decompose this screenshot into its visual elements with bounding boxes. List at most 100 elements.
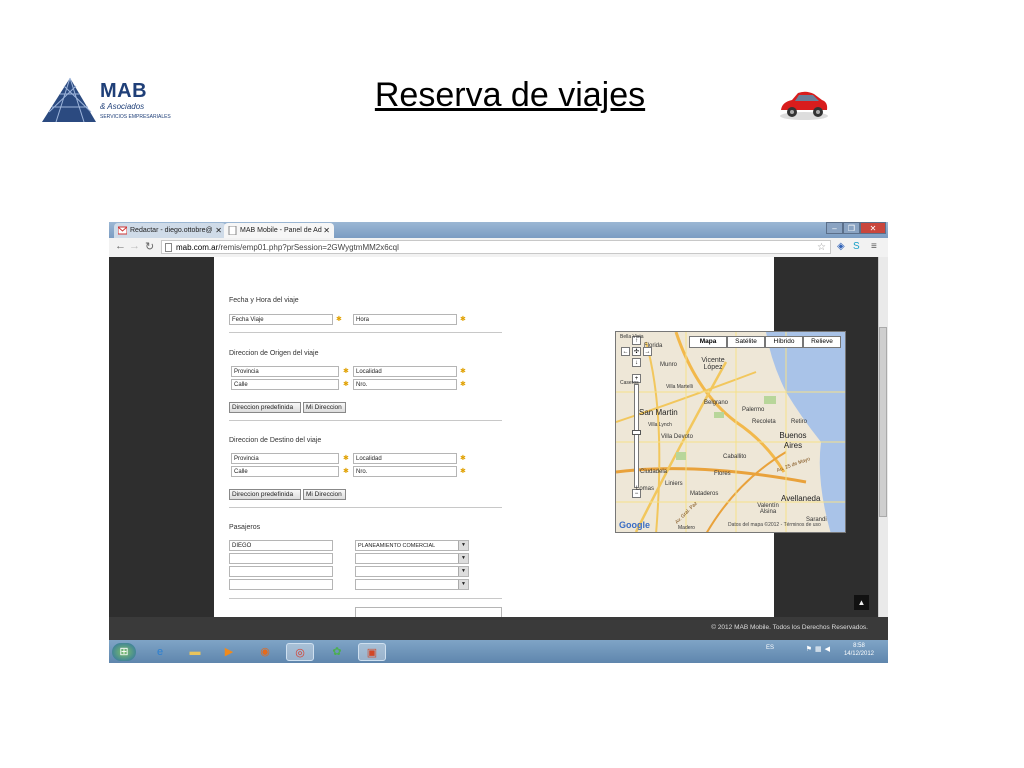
fecha-viaje-input[interactable]: Fecha Viaje [229, 314, 333, 325]
map-place: Retiro [791, 419, 808, 425]
clock-date: 14/12/2012 [843, 651, 874, 657]
page-icon [165, 243, 172, 252]
powerpoint-icon[interactable]: ▣ [358, 643, 386, 661]
destino-provincia-input[interactable]: Provincia [231, 453, 339, 464]
url-input[interactable]: mab.com.ar/remis/emp01.php?prSession=2GW… [161, 240, 831, 254]
page-footer: © 2012 MAB Mobile. Todos los Derechos Re… [109, 617, 888, 640]
maximize-button[interactable]: ❐ [843, 222, 860, 234]
logo-brand: MAB [100, 80, 148, 102]
scroll-top-button[interactable]: ▲ [854, 595, 869, 610]
back-arrow-icon[interactable]: ← [115, 240, 126, 252]
origen-calle-input[interactable]: Calle [231, 379, 339, 390]
flag-icon[interactable]: ⚑ [806, 646, 815, 653]
required-icon: ✱ [343, 468, 349, 475]
reload-icon[interactable]: ↻ [145, 240, 154, 253]
address-bar: ← → ↻ mab.com.ar/remis/emp01.php?prSessi… [109, 238, 888, 258]
pan-down-icon[interactable]: ↓ [632, 358, 641, 367]
logo-sub2: SERVICIOS EMPRESARIALES [100, 114, 171, 120]
explorer-folder-icon[interactable]: ▬ [181, 643, 209, 661]
dropdown-arrow-icon[interactable]: ▼ [458, 541, 468, 550]
dropdown-arrow-icon[interactable]: ▼ [458, 554, 468, 563]
page-content: Fecha y Hora del viaje Fecha Viaje ✱ Hor… [214, 257, 846, 621]
pan-left-icon[interactable]: ← [621, 347, 630, 356]
pasajero-area-select[interactable]: ▼ [355, 553, 469, 564]
clock[interactable]: 8:58 14/12/2012 [844, 642, 874, 658]
zoom-slider-handle[interactable] [632, 430, 641, 435]
origen-localidad-input[interactable]: Localidad [353, 366, 457, 377]
forward-arrow-icon[interactable]: → [129, 240, 140, 252]
skype-icon[interactable]: S [853, 241, 860, 252]
logo-sub1: & Asociados [100, 102, 145, 111]
map-place: Palermo [742, 407, 765, 413]
mab-logo: MAB & Asociados SERVICIOS EMPRESARIALES [40, 74, 175, 124]
google-logo: Google [619, 520, 650, 530]
minimize-button[interactable]: – [826, 222, 843, 234]
map-copyright[interactable]: Datos del mapa ©2012 - Términos de uso [728, 522, 821, 528]
window-close-button[interactable]: ✕ [860, 222, 886, 234]
menu-icon[interactable]: ≡ [871, 241, 877, 252]
map-place: Buenos Aires [779, 431, 807, 450]
messenger-icon[interactable]: ✿ [323, 643, 351, 661]
start-button[interactable]: ⊞ [112, 643, 136, 661]
google-map[interactable]: Mapa Satélite Híbrido Relieve ↑ ← ✣ → ↓ … [615, 331, 846, 533]
pasajero-name-input[interactable] [229, 579, 333, 590]
dropdown-arrow-icon[interactable]: ▼ [458, 580, 468, 589]
origen-provincia-input[interactable]: Provincia [231, 366, 339, 377]
internet-explorer-icon[interactable]: e [146, 643, 174, 661]
browser-screenshot: Redactar - diego.ottobre@ ✕ MAB Mobile -… [109, 222, 888, 663]
firefox-icon[interactable]: ◉ [251, 643, 279, 661]
pasajero-area-select[interactable]: PLANEAMIENTO COMERCIAL ▼ [355, 540, 469, 551]
destino-nro-input[interactable]: Nro. [353, 466, 457, 477]
pasajero-name-input[interactable] [229, 566, 333, 577]
pasajero-name-input[interactable] [229, 553, 333, 564]
pan-center-icon[interactable]: ✣ [632, 347, 641, 356]
map-type-relieve[interactable]: Relieve [803, 336, 841, 348]
map-type-mapa[interactable]: Mapa [689, 336, 727, 348]
close-icon[interactable]: ✕ [323, 223, 330, 238]
footer-text: © 2012 MAB Mobile. Todos los Derechos Re… [711, 624, 868, 631]
destino-predefinida-button[interactable]: Direccion predefinida [229, 489, 301, 500]
origen-predefinida-button[interactable]: Direccion predefinida [229, 402, 301, 413]
dropdown-arrow-icon[interactable]: ▼ [458, 567, 468, 576]
destino-section-label: Direccion de Destino del viaje [229, 437, 322, 444]
clock-time: 8:58 [853, 643, 865, 649]
required-icon: ✱ [460, 316, 466, 323]
tab-mab-mobile[interactable]: MAB Mobile - Panel de Ad ✕ [224, 223, 334, 238]
page-left-background [109, 257, 214, 617]
pasajero-name-input[interactable]: DIEGO [229, 540, 333, 551]
extension-icon[interactable]: ◈ [837, 241, 845, 252]
pasajero-area-value: PLANEAMIENTO COMERCIAL [358, 543, 436, 549]
hora-input[interactable]: Hora [353, 314, 457, 325]
chrome-icon[interactable]: ◎ [286, 643, 314, 661]
map-type-satelite[interactable]: Satélite [727, 336, 765, 348]
network-icon[interactable]: ▦ [815, 646, 825, 653]
map-place: Ciudadela [640, 469, 668, 475]
pasajero-area-select[interactable]: ▼ [355, 566, 469, 577]
scrollbar-thumb[interactable] [879, 327, 887, 517]
tab-bar: Redactar - diego.ottobre@ ✕ MAB Mobile -… [109, 222, 888, 238]
volume-icon[interactable]: ◀ [825, 646, 833, 653]
required-icon: ✱ [460, 381, 466, 388]
map-place: Lomas [636, 486, 655, 492]
destino-localidad-input[interactable]: Localidad [353, 453, 457, 464]
map-place: Vicente López [701, 357, 725, 371]
pasajero-area-select[interactable]: ▼ [355, 579, 469, 590]
destino-calle-input[interactable]: Calle [231, 466, 339, 477]
tray-icons[interactable]: ⚑▦◀ [806, 645, 833, 653]
map-type-hibrido[interactable]: Híbrido [765, 336, 803, 348]
required-icon: ✱ [336, 316, 342, 323]
media-player-icon[interactable]: ▶ [215, 643, 243, 661]
origen-mi-direccion-button[interactable]: Mi Direccion [303, 402, 346, 413]
map-place: Liniers [665, 481, 683, 487]
origen-nro-input[interactable]: Nro. [353, 379, 457, 390]
star-bookmark-icon[interactable]: ☆ [817, 241, 826, 255]
close-icon[interactable]: ✕ [215, 223, 222, 238]
map-place: Recoleta [752, 419, 776, 425]
tab-gmail[interactable]: Redactar - diego.ottobre@ ✕ [114, 223, 226, 238]
destino-mi-direccion-button[interactable]: Mi Direccion [303, 489, 346, 500]
divider [229, 332, 502, 333]
required-icon: ✱ [343, 381, 349, 388]
zoom-slider[interactable] [634, 384, 639, 488]
language-indicator[interactable]: ES [766, 645, 774, 651]
tab-gmail-label: Redactar - diego.ottobre@ [130, 227, 213, 234]
